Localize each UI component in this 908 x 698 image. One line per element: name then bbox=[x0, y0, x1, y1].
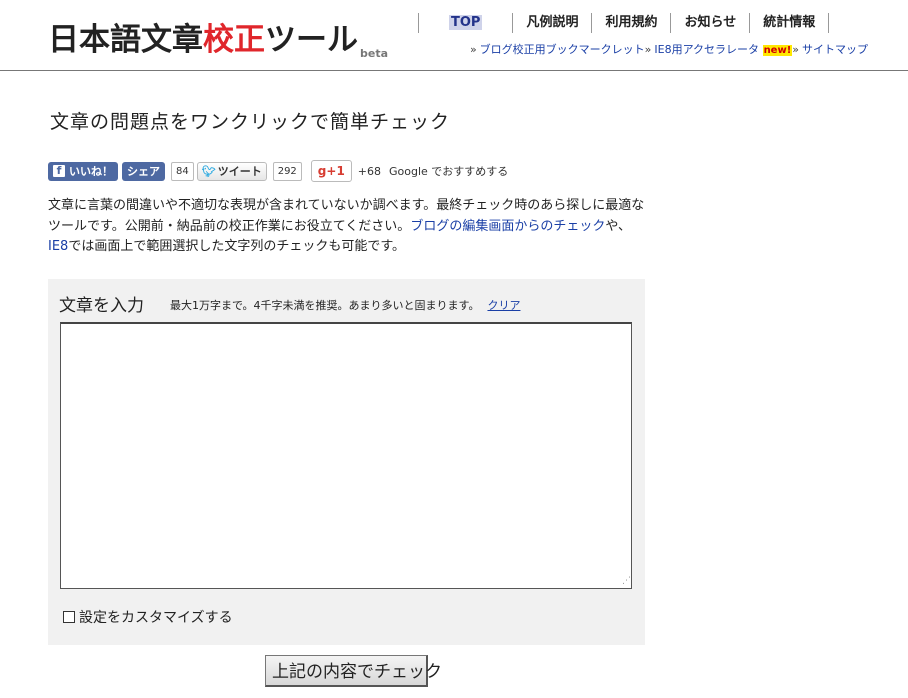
new-badge: new! bbox=[762, 45, 793, 56]
resize-grip-icon[interactable]: ⋰ bbox=[622, 576, 632, 586]
global-nav: TOP 凡例説明 利用規約 お知らせ 統計情報 bbox=[418, 13, 830, 33]
bookmarklet-link[interactable]: ブログ校正用ブックマークレット bbox=[480, 43, 645, 56]
logo-text-accent: 校正 bbox=[203, 22, 265, 58]
tweet-count: 292 bbox=[272, 161, 302, 181]
social-buttons: f いいね！ シェア 84 🐦︎ ツイート 292 g+1 +68 Google で… bbox=[48, 160, 509, 182]
facebook-share-button[interactable]: シェア bbox=[122, 161, 165, 181]
logo-text-1: 日本語文章 bbox=[48, 22, 203, 58]
chevron-right-icon: » bbox=[644, 43, 652, 56]
nav-item-top[interactable]: TOP bbox=[419, 13, 514, 33]
input-panel-title: 文章を入力 bbox=[59, 296, 144, 316]
logo-text-2: ツール bbox=[265, 22, 358, 58]
chevron-right-icon: » bbox=[792, 43, 799, 56]
nav-item-news[interactable]: お知らせ bbox=[671, 13, 751, 33]
site-header: 日本語文章校正ツール beta TOP 凡例説明 利用規約 お知らせ 統計情報 »… bbox=[0, 0, 908, 71]
nav-item-legend[interactable]: 凡例説明 bbox=[513, 13, 593, 33]
customize-settings-option[interactable]: 設定をカスタマイズする bbox=[63, 607, 233, 627]
gplus-recommend-text: Google でおすすめする bbox=[389, 165, 509, 178]
sitemap-link[interactable]: サイトマップ bbox=[802, 43, 868, 56]
accelerator-link[interactable]: IE8用アクセラレータ bbox=[654, 43, 759, 56]
nav-item-stats[interactable]: 統計情報 bbox=[750, 13, 830, 33]
check-submit-button[interactable]: 上記の内容でチェック bbox=[265, 655, 442, 687]
customize-checkbox[interactable] bbox=[63, 611, 75, 623]
tweet-button[interactable]: 🐦︎ ツイート bbox=[196, 161, 267, 181]
page-headline: 文章の問題点をワンクリックで簡単チェック bbox=[50, 111, 451, 133]
blog-check-link[interactable]: ブログの編集画面からのチェック bbox=[410, 219, 605, 234]
site-logo[interactable]: 日本語文章校正ツール beta bbox=[48, 14, 388, 60]
ie8-link[interactable]: IE8 bbox=[48, 239, 68, 254]
facebook-like-button[interactable]: f いいね！ bbox=[48, 161, 118, 181]
share-count: 84 bbox=[171, 161, 194, 181]
google-plus-button[interactable]: g+1 bbox=[310, 160, 352, 182]
twitter-bird-icon: 🐦︎ bbox=[201, 164, 216, 178]
input-limit-note: 最大1万字まで。4千字未満を推奨。あまり多いと固まります。 クリア bbox=[170, 299, 521, 312]
text-input-area[interactable] bbox=[60, 322, 632, 589]
input-panel: 文章を入力 最大1万字まで。4千字未満を推奨。あまり多いと固まります。 クリア ⋰… bbox=[48, 279, 645, 645]
clear-link[interactable]: クリア bbox=[487, 299, 520, 312]
nav-item-terms[interactable]: 利用規約 bbox=[592, 13, 672, 33]
facebook-icon: f bbox=[53, 165, 65, 177]
beta-badge: beta bbox=[360, 47, 389, 60]
chevron-right-icon: » bbox=[469, 43, 477, 56]
intro-description: 文章に言葉の間違いや不適切な表現が含まれていないか調べます。最終チェック時のあら… bbox=[48, 198, 645, 254]
gplus-count: +68 bbox=[357, 164, 382, 178]
sub-nav: » ブログ校正用ブックマークレット» IE8用アクセラレータ new!» サイトマップ bbox=[470, 41, 868, 57]
